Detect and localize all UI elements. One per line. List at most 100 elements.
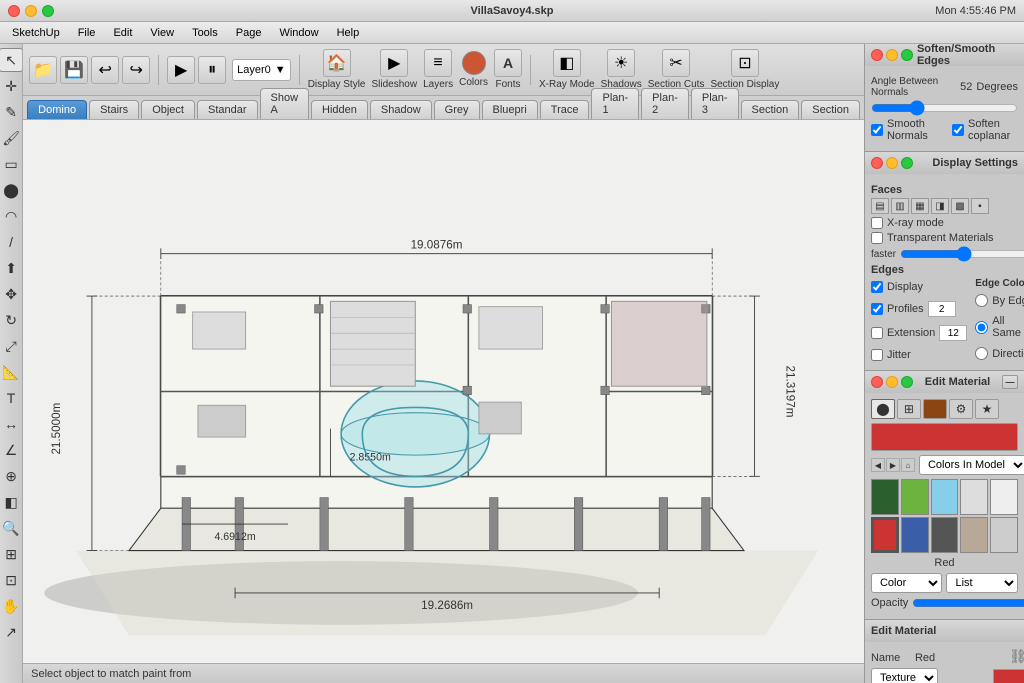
by-edge-radio[interactable]	[975, 294, 988, 307]
color-cell-red[interactable]	[871, 517, 899, 553]
color-cell-1[interactable]	[901, 479, 929, 515]
arc-tool[interactable]: ◠	[0, 204, 23, 228]
scale-tool[interactable]: ⤢	[0, 334, 23, 358]
soften-header-buttons[interactable]	[871, 49, 913, 61]
circle-tool[interactable]: ⬤	[0, 178, 23, 202]
toolbar-icon-4[interactable]: ↪	[122, 56, 150, 84]
face-mode-1[interactable]: ▤	[871, 198, 889, 214]
menu-file[interactable]: File	[70, 25, 104, 41]
paint-tool[interactable]: 🖌	[0, 126, 23, 150]
mat-tab-brown[interactable]	[923, 399, 947, 419]
color-cell-0[interactable]	[871, 479, 899, 515]
tab-stairs[interactable]: Stairs	[89, 100, 139, 119]
soften-coplanar-checkbox[interactable]	[952, 124, 964, 136]
color-cell-4[interactable]	[990, 479, 1018, 515]
face-mode-3[interactable]: ▦	[911, 198, 929, 214]
opacity-slider[interactable]	[912, 597, 1024, 609]
color-cell-2[interactable]	[931, 479, 959, 515]
face-mode-5[interactable]: ▩	[951, 198, 969, 214]
tab-domino[interactable]: Domino	[27, 100, 87, 119]
minimize-button[interactable]	[25, 5, 37, 17]
mat-tab-gear[interactable]: ⚙	[949, 399, 973, 419]
menu-help[interactable]: Help	[329, 25, 368, 41]
display-header-buttons[interactable]	[871, 157, 913, 169]
nav-prev[interactable]: ◀	[871, 458, 885, 472]
list-type-dropdown[interactable]: List	[946, 573, 1018, 593]
tab-bluepri[interactable]: Bluepri	[482, 100, 538, 119]
nav-next[interactable]: ▶	[886, 458, 900, 472]
mat-header-buttons[interactable]	[871, 376, 913, 388]
fonts-icon[interactable]: A	[494, 49, 522, 77]
zoom-window-tool[interactable]: ⊞	[0, 542, 23, 566]
section-tool[interactable]: ◧	[0, 490, 23, 514]
menu-window[interactable]: Window	[271, 25, 326, 41]
menu-sketchup[interactable]: SketchUp	[4, 25, 68, 41]
mat-tab-star[interactable]: ★	[975, 399, 999, 419]
display-close-btn[interactable]	[871, 157, 883, 169]
face-mode-6[interactable]: ▪	[971, 198, 989, 214]
eraser-tool[interactable]: ✎	[0, 100, 23, 124]
rectangle-tool[interactable]: ▭	[0, 152, 23, 176]
section-display-icon[interactable]: ⊡	[731, 49, 759, 77]
mat-min-btn[interactable]	[886, 376, 898, 388]
toolbar-icon-2[interactable]: 💾	[60, 56, 88, 84]
tape-tool[interactable]: 📐	[0, 360, 23, 384]
transparent-checkbox[interactable]	[871, 232, 883, 244]
mat-tab-circle[interactable]: ⬤	[871, 399, 895, 419]
tab-trace[interactable]: Trace	[540, 100, 590, 119]
maximize-button[interactable]	[42, 5, 54, 17]
toolbar-icon-3[interactable]: ↩	[91, 56, 119, 84]
color-cell-5[interactable]	[901, 517, 929, 553]
color-type-dropdown[interactable]: Color	[871, 573, 943, 593]
colors-in-model-dropdown[interactable]: Colors In Model	[919, 455, 1024, 475]
smooth-normals-checkbox[interactable]	[871, 124, 883, 136]
extension-checkbox[interactable]	[871, 327, 883, 339]
quality-slider[interactable]	[900, 248, 1024, 260]
layer-selector[interactable]: Layer0 ▼	[232, 59, 291, 81]
nav-home[interactable]: ⌂	[901, 458, 915, 472]
slideshow-icon[interactable]: ▶	[380, 49, 408, 77]
zoom-tool[interactable]: 🔍	[0, 516, 23, 540]
axes-tool[interactable]: ⊕	[0, 464, 23, 488]
rotate-tool[interactable]: ↻	[0, 308, 23, 332]
xray-icon[interactable]: ◧	[553, 49, 581, 77]
display-checkbox[interactable]	[871, 281, 883, 293]
zoom-extents-tool[interactable]: ⊡	[0, 568, 23, 592]
tab-standar[interactable]: Standar	[197, 100, 258, 119]
tab-object[interactable]: Object	[141, 100, 195, 119]
soften-close-btn[interactable]	[871, 49, 883, 61]
text-tool[interactable]: T	[0, 386, 23, 410]
tab-hidden[interactable]: Hidden	[311, 100, 368, 119]
profiles-input[interactable]	[928, 301, 956, 317]
color-cell-3[interactable]	[960, 479, 988, 515]
colors-swatch[interactable]	[462, 51, 486, 75]
color-cell-6[interactable]	[931, 517, 959, 553]
push-pull-tool[interactable]: ⬆	[0, 256, 23, 280]
tab-section1[interactable]: Section	[741, 100, 800, 119]
mat-tab-grid[interactable]: ⊞	[897, 399, 921, 419]
display-style-icon[interactable]: 🏠	[323, 49, 351, 77]
shadows-icon[interactable]: ☀	[607, 49, 635, 77]
jitter-checkbox[interactable]	[871, 349, 883, 361]
tab-grey[interactable]: Grey	[434, 100, 480, 119]
menu-edit[interactable]: Edit	[105, 25, 140, 41]
toolbar-icon-1[interactable]: 📁	[29, 56, 57, 84]
protractor-tool[interactable]: ∠	[0, 438, 23, 462]
menu-tools[interactable]: Tools	[184, 25, 226, 41]
play-button[interactable]: ▶	[167, 56, 195, 84]
display-min-btn[interactable]	[886, 157, 898, 169]
tab-section2[interactable]: Section	[801, 100, 860, 119]
viewport[interactable]: 19.0876m 21.3197m 21.5000m 19	[23, 120, 864, 663]
dimension-tool[interactable]: ↔	[0, 412, 23, 436]
menu-page[interactable]: Page	[228, 25, 270, 41]
all-same-radio[interactable]	[975, 321, 988, 334]
soften-max-btn[interactable]	[901, 49, 913, 61]
soften-min-btn[interactable]	[886, 49, 898, 61]
tab-shadow[interactable]: Shadow	[370, 100, 432, 119]
orbit-tool[interactable]: ↗	[0, 620, 23, 644]
tab-plan2[interactable]: Plan-2	[641, 88, 689, 119]
menu-view[interactable]: View	[142, 25, 182, 41]
texture-dropdown[interactable]: Texture	[871, 668, 938, 683]
display-max-btn[interactable]	[901, 157, 913, 169]
select-tool[interactable]: ↖	[0, 48, 23, 72]
